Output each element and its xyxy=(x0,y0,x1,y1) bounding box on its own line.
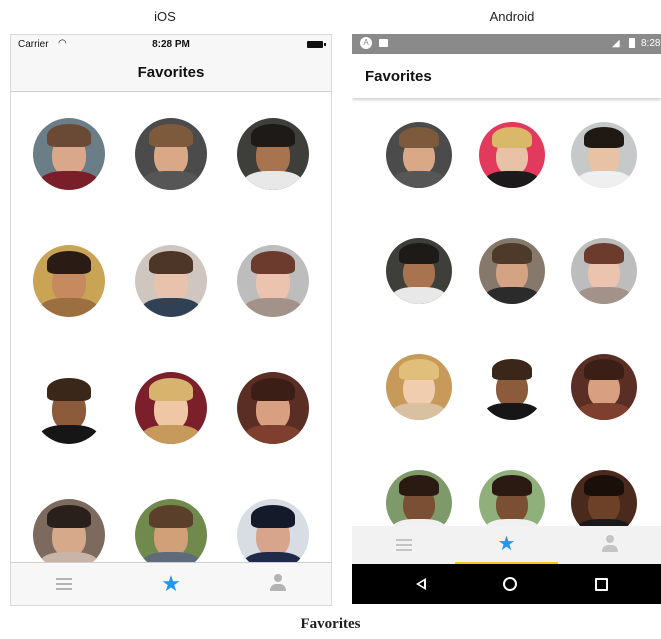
person-icon xyxy=(270,574,286,594)
favorite-avatar[interactable] xyxy=(479,470,545,526)
back-icon[interactable] xyxy=(416,578,426,590)
favorite-avatar[interactable] xyxy=(386,122,452,188)
ios-tab-bar: ★ xyxy=(11,562,331,605)
favorite-avatar[interactable] xyxy=(479,122,545,188)
favorite-avatar[interactable] xyxy=(135,118,207,190)
favorite-avatar[interactable] xyxy=(135,372,207,444)
android-status-bar: A ◢ 8:28 xyxy=(352,34,661,54)
tab-profile[interactable] xyxy=(225,563,331,605)
favorite-avatar[interactable] xyxy=(33,118,105,190)
star-icon: ★ xyxy=(497,533,516,555)
android-page-title: Favorites xyxy=(365,68,432,85)
person-icon xyxy=(601,535,618,555)
tab-favorites[interactable]: ★ xyxy=(118,563,224,605)
favorite-avatar[interactable] xyxy=(237,499,309,571)
battery-icon xyxy=(629,38,635,48)
favorite-avatar[interactable] xyxy=(33,499,105,571)
recents-icon[interactable] xyxy=(595,578,608,591)
ios-status-time: 8:28 PM xyxy=(152,39,190,50)
page: iOS Android Carrier ◠ 8:28 PM Favorites xyxy=(0,0,661,639)
favorite-avatar[interactable] xyxy=(386,470,452,526)
favorite-avatar[interactable] xyxy=(135,245,207,317)
android-favorites-grid xyxy=(352,100,661,526)
figure-caption: Favorites xyxy=(300,616,361,632)
ios-page-title: Favorites xyxy=(137,64,205,81)
android-toolbar: Favorites xyxy=(352,54,661,98)
favorite-avatar[interactable] xyxy=(571,354,637,420)
favorite-avatar[interactable] xyxy=(386,354,452,420)
battery-icon xyxy=(307,41,326,48)
ios-navigation-bar: Favorites xyxy=(11,55,331,92)
favorite-avatar[interactable] xyxy=(479,238,545,304)
favorite-avatar[interactable] xyxy=(479,354,545,420)
star-icon: ★ xyxy=(161,571,181,596)
list-icon xyxy=(395,539,412,551)
android-status-time: 8:28 xyxy=(641,38,661,49)
android-tab-bar: ★ xyxy=(352,526,661,564)
favorite-avatar[interactable] xyxy=(135,499,207,571)
favorite-avatar[interactable] xyxy=(386,238,452,304)
favorite-avatar[interactable] xyxy=(33,372,105,444)
favorite-avatar[interactable] xyxy=(237,245,309,317)
favorite-avatar[interactable] xyxy=(571,470,637,526)
notification-icon xyxy=(379,39,388,47)
favorite-avatar[interactable] xyxy=(571,238,637,304)
tab-list[interactable] xyxy=(352,526,455,564)
home-icon[interactable] xyxy=(503,577,517,591)
android-label: Android xyxy=(489,9,535,24)
favorite-avatar[interactable] xyxy=(571,122,637,188)
android-screen: A ◢ 8:28 Favorites ★ xyxy=(352,34,661,604)
ios-favorites-grid xyxy=(11,92,331,571)
tab-favorites[interactable]: ★ xyxy=(455,526,558,564)
favorite-avatar[interactable] xyxy=(33,245,105,317)
list-icon xyxy=(56,578,72,590)
favorite-avatar[interactable] xyxy=(237,372,309,444)
tab-list[interactable] xyxy=(11,563,117,605)
notification-icon: A xyxy=(360,37,372,49)
signal-icon: ◢ xyxy=(612,38,620,49)
tab-profile[interactable] xyxy=(558,526,661,564)
favorite-avatar[interactable] xyxy=(237,118,309,190)
android-navigation-bar xyxy=(352,564,661,604)
ios-screen: Carrier ◠ 8:28 PM Favorites ★ xyxy=(10,34,332,606)
ios-label: iOS xyxy=(154,9,176,24)
ios-status-bar: Carrier ◠ 8:28 PM xyxy=(11,35,331,55)
